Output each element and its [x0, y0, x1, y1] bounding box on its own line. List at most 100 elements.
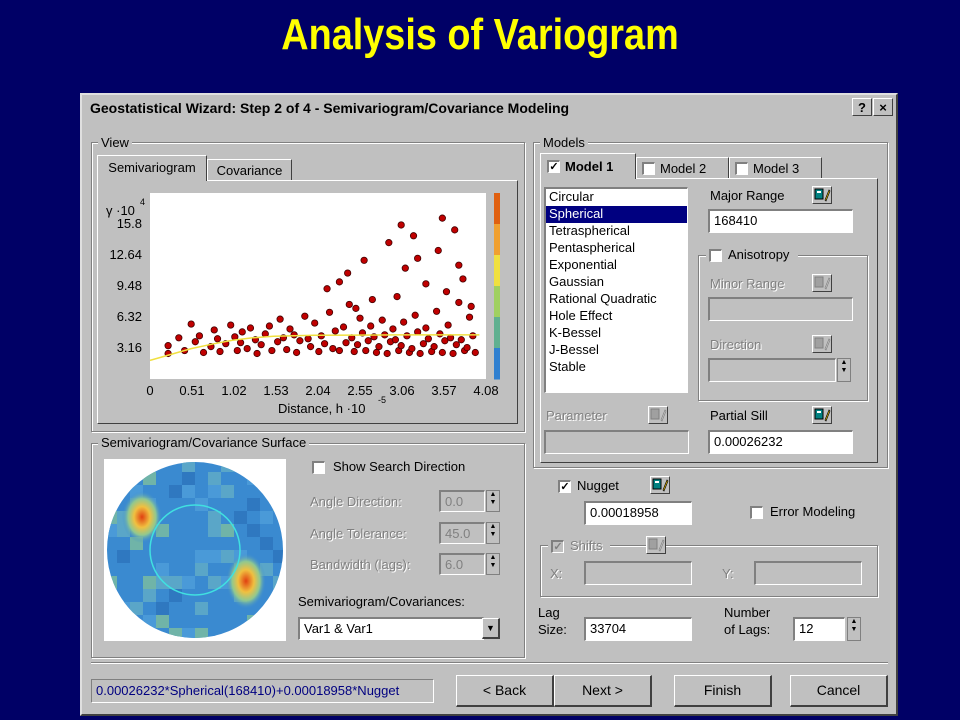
model-type-item[interactable]: Stable — [546, 359, 687, 376]
bandwidth-field[interactable]: 6.0 — [439, 553, 485, 575]
shift-y-field[interactable] — [754, 561, 862, 585]
data-point — [286, 325, 294, 333]
partial-sill-calc-button[interactable] — [812, 406, 832, 424]
surface-cell — [260, 511, 273, 524]
num-lags-field[interactable]: 12 — [793, 617, 845, 641]
minor-range-field[interactable] — [708, 297, 853, 321]
data-point — [329, 344, 337, 353]
data-point — [397, 221, 405, 229]
lag-size-field[interactable]: 33704 — [584, 617, 692, 641]
covariances-select[interactable]: Var1 & Var1 — [298, 617, 484, 640]
anisotropy-label: Anisotropy — [728, 247, 790, 262]
shifts-checkbox[interactable]: ✓ — [551, 540, 564, 553]
model-type-item[interactable]: Tetraspherical — [546, 223, 687, 240]
direction-calc-button[interactable] — [812, 335, 832, 353]
data-point — [191, 338, 199, 346]
tab-model-3[interactable]: Model 3 — [729, 157, 822, 179]
finish-button[interactable]: Finish — [674, 675, 772, 707]
data-point — [467, 302, 475, 311]
data-point — [233, 346, 241, 355]
color-bar-segment — [494, 286, 500, 318]
surface-cell — [156, 563, 169, 576]
model-type-list[interactable]: Circular Spherical Tetraspherical Pentasphe… — [544, 187, 688, 393]
nugget-calc-button[interactable] — [650, 476, 670, 494]
data-point — [265, 322, 274, 330]
data-point — [457, 336, 465, 344]
cancel-button[interactable]: Cancel — [790, 675, 888, 707]
bandwidth-spinner[interactable]: ▲ ▼ — [486, 553, 500, 575]
data-point — [195, 332, 204, 340]
close-button[interactable]: × — [873, 98, 893, 116]
model-type-item[interactable]: Rational Quadratic — [546, 291, 687, 308]
nugget-checkbox[interactable]: ✓ — [558, 480, 571, 493]
surface-cell — [182, 576, 195, 589]
shift-x-label: X: — [550, 566, 563, 581]
data-point — [253, 349, 261, 358]
shift-x-field[interactable] — [584, 561, 692, 585]
data-point — [409, 232, 418, 240]
data-point — [274, 338, 282, 346]
error-modeling-checkbox[interactable] — [750, 506, 763, 519]
model-1-checkbox[interactable]: ✓ — [547, 160, 560, 173]
surface-cell — [195, 602, 208, 615]
x-axis-exponent: -5 — [378, 395, 386, 405]
model-type-item[interactable]: Exponential — [546, 257, 687, 274]
partial-sill-field[interactable]: 0.00026232 — [708, 430, 853, 454]
models-group-label: Models — [540, 135, 588, 150]
parameter-field[interactable] — [544, 430, 689, 454]
tab-covariance[interactable]: Covariance — [207, 159, 292, 181]
data-point — [452, 341, 460, 349]
data-point — [422, 280, 430, 288]
data-point — [306, 343, 315, 351]
model-type-item[interactable]: Gaussian — [546, 274, 687, 291]
next-button[interactable]: Next > — [554, 675, 652, 707]
model-type-item[interactable]: Spherical — [546, 206, 687, 223]
model-2-checkbox[interactable] — [642, 162, 655, 175]
model-type-item[interactable]: Pentaspherical — [546, 240, 687, 257]
data-point — [432, 307, 441, 315]
tab-model-2[interactable]: Model 2 — [636, 157, 729, 179]
anisotropy-checkbox[interactable] — [709, 249, 722, 262]
angle-direction-spinner[interactable]: ▲ ▼ — [486, 490, 500, 512]
angle-tolerance-spinner[interactable]: ▲ ▼ — [486, 522, 500, 544]
model-type-item[interactable]: K-Bessel — [546, 325, 687, 342]
data-point — [471, 348, 479, 357]
model-type-item[interactable]: J-Bessel — [546, 342, 687, 359]
model-3-checkbox[interactable] — [735, 162, 748, 175]
num-lags-spinner[interactable]: ▲ ▼ — [847, 617, 861, 641]
minor-range-calc-button[interactable] — [812, 274, 832, 292]
data-point — [296, 337, 304, 345]
show-search-direction-label: Show Search Direction — [333, 459, 466, 474]
major-range-calc-button[interactable] — [812, 186, 832, 204]
back-button[interactable]: < Back — [456, 675, 554, 707]
parameter-calc-button[interactable] — [648, 406, 668, 424]
data-point — [360, 256, 368, 264]
surface-cell — [182, 472, 195, 485]
model-type-item[interactable]: Circular — [546, 189, 687, 206]
angle-direction-label: Angle Direction: — [310, 494, 402, 509]
model-type-item[interactable]: Hole Effect — [546, 308, 687, 325]
tab-model-1[interactable]: ✓ Model 1 — [540, 153, 636, 179]
data-point — [436, 330, 444, 338]
nugget-field[interactable]: 0.00018958 — [584, 501, 692, 525]
direction-spinner[interactable]: ▲ ▼ — [837, 358, 851, 382]
surface-cell — [156, 576, 169, 589]
angle-tolerance-field[interactable]: 45.0 — [439, 522, 485, 544]
x-tick-label: 1.53 — [263, 383, 288, 398]
tab-semivariogram[interactable]: Semivariogram — [97, 155, 207, 181]
partial-sill-label: Partial Sill — [710, 408, 768, 423]
minor-range-label: Minor Range — [710, 276, 785, 291]
shifts-calc-button[interactable] — [646, 536, 666, 554]
direction-field[interactable] — [708, 358, 836, 382]
data-point — [442, 288, 451, 296]
tab-model-3-label: Model 3 — [753, 161, 800, 176]
surface-cell — [208, 576, 221, 589]
show-search-direction-checkbox[interactable] — [312, 461, 325, 474]
chevron-down-icon[interactable]: ▼ — [482, 618, 500, 639]
data-point — [339, 323, 348, 331]
data-point — [345, 300, 353, 309]
angle-direction-field[interactable]: 0.0 — [439, 490, 485, 512]
major-range-field[interactable]: 168410 — [708, 209, 853, 233]
help-button[interactable]: ? — [852, 98, 872, 116]
color-bar-segment — [494, 317, 500, 349]
